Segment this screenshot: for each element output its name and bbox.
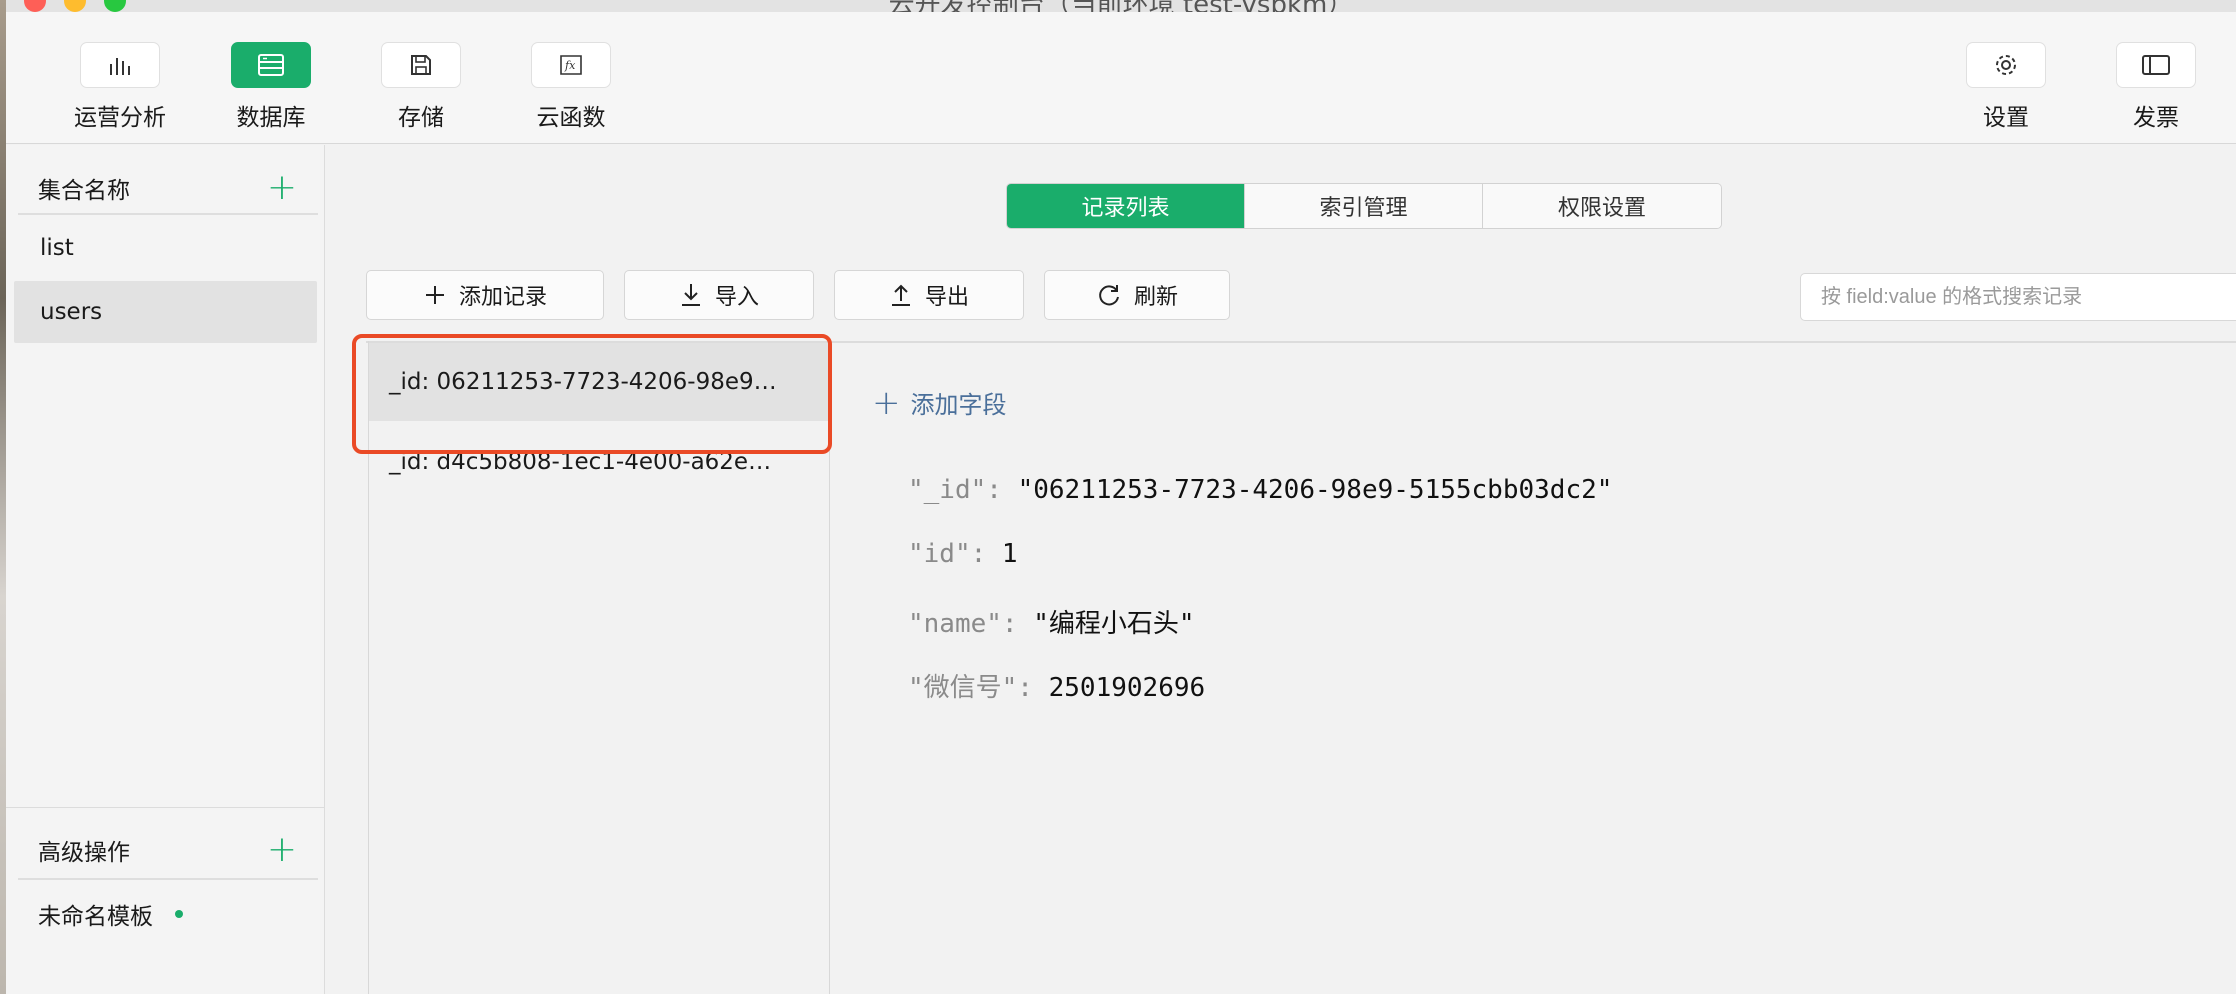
collection-item-list[interactable]: list [14,217,317,279]
toolbar-database[interactable]: 数据库 [211,42,331,132]
tab-permission-settings[interactable]: 权限设置 [1483,184,1721,228]
toolbar-cloud-functions[interactable]: fx 云函数 [511,42,631,132]
field-key: "_id": [908,475,1018,505]
invoice-icon [2142,55,2170,75]
advanced-header: 高级操作 + [6,815,325,885]
add-template-icon[interactable]: + [267,832,297,868]
toolbar-settings[interactable]: 设置 [1946,42,2066,132]
field-row[interactable]: "name": "编程小石头" [908,603,1195,640]
refresh-icon [1099,285,1119,306]
divider [18,878,318,880]
export-label: 导出 [924,285,969,310]
collections-title: 集合名称 [38,178,130,204]
tab-index-management[interactable]: 索引管理 [1245,184,1483,228]
add-record-button[interactable]: 添加记录 [366,270,604,320]
field-value: 2501902696 [1048,673,1206,703]
svg-text:fx: fx [564,59,576,72]
sidebar: 集合名称 + list users 高级操作 + 未命名模板 [6,145,325,994]
field-key: "id": [908,539,1002,569]
field-value: "编程小石头" [1033,609,1195,639]
field-value: 1 [1001,539,1018,569]
add-collection-icon[interactable]: + [267,170,297,206]
plus-icon: + [872,382,901,423]
field-key: "name": [908,609,1034,639]
toolbar-invoice[interactable]: 发票 [2096,42,2216,132]
field-row[interactable]: "微信号": 2501902696 [908,667,1205,704]
export-button[interactable]: 导出 [834,270,1024,320]
window-title: 云开发控制台（当前环境 test-vsbkm） [6,0,2236,12]
toolbar-label: 运营分析 [74,105,166,131]
toolbar-label: 存储 [398,105,444,131]
floppy-disk-icon [411,55,431,75]
divider [18,213,318,215]
add-field-button[interactable]: + 添加字段 [872,385,1007,420]
toolbar-label: 设置 [1983,105,2029,131]
download-icon [681,284,700,306]
field-row[interactable]: "id": 1 [908,539,1018,569]
toolbar: 运营分析 数据库 存储 fx 云函数 设置 发票 [6,12,2236,144]
refresh-label: 刷新 [1133,285,1178,310]
field-key: "微信号": [908,673,1049,703]
status-dot-icon [175,910,183,918]
import-button[interactable]: 导入 [624,270,814,320]
main-panel: 记录列表 索引管理 权限设置 添加记录 导入 导出 刷新 按 field:val… [326,145,2236,994]
upload-icon [891,284,910,306]
database-icon [258,54,284,76]
title-bar: 云开发控制台（当前环境 test-vsbkm） [6,0,2236,12]
import-label: 导入 [714,285,759,310]
tab-bar: 记录列表 索引管理 权限设置 [1006,183,1722,229]
plus-icon [425,286,444,304]
add-field-label: 添加字段 [910,391,1007,419]
toolbar-label: 发票 [2133,105,2179,131]
template-item[interactable]: 未命名模板 [38,897,183,931]
toolbar-storage[interactable]: 存储 [361,42,481,132]
refresh-button[interactable]: 刷新 [1044,270,1230,320]
tab-record-list[interactable]: 记录列表 [1007,184,1245,228]
field-row[interactable]: "_id": "06211253-7723-4206-98e9-5155cbb0… [908,475,1612,505]
function-icon: fx [560,55,582,75]
search-input[interactable] [1800,273,2236,321]
bar-chart-icon [110,58,130,75]
toolbar-analytics[interactable]: 运营分析 [60,42,180,132]
toolbar-label: 云函数 [536,105,606,131]
toolbar-label: 数据库 [236,105,306,131]
advanced-title: 高级操作 [38,840,130,866]
add-record-label: 添加记录 [458,285,547,310]
gear-icon [1996,55,2016,75]
field-value: "06211253-7723-4206-98e9-5155cbb03dc2" [1017,475,1613,505]
highlight-box [352,334,832,454]
divider [6,807,325,808]
template-label: 未命名模板 [38,904,153,930]
collection-item-users[interactable]: users [14,281,317,343]
